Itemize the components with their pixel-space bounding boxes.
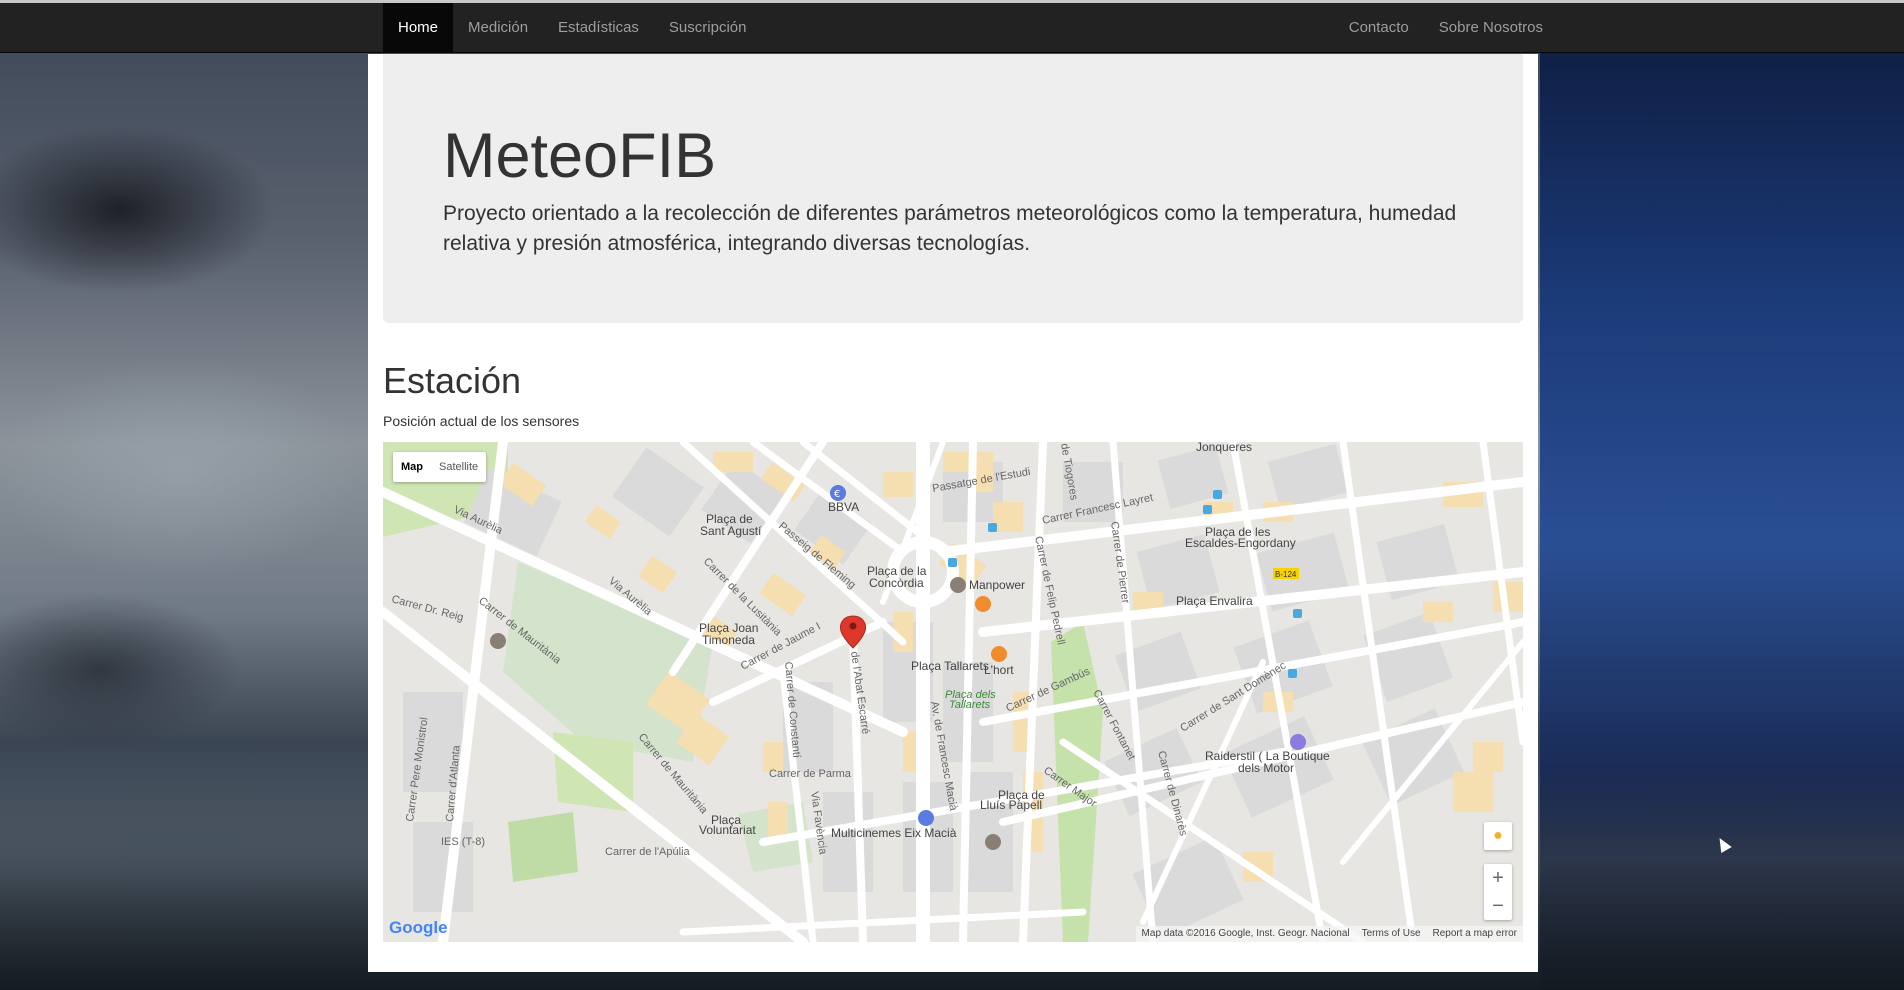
map-label: Plaça Envalira (1176, 594, 1253, 608)
bus-stop-icon (1213, 490, 1222, 499)
jumbotron: MeteoFIB Proyecto orientado a la recolec… (383, 54, 1523, 323)
hotel-icon (985, 834, 1001, 850)
nav-item-contacto[interactable]: Contacto (1334, 3, 1424, 53)
nav-item-sobre-nosotros[interactable]: Sobre Nosotros (1424, 3, 1558, 53)
terms-of-use-link[interactable]: Terms of Use (1356, 926, 1427, 942)
google-logo-text: Google (389, 918, 448, 937)
nav-item-home[interactable]: Home (383, 3, 454, 53)
background-clouds (0, 50, 368, 770)
map-label: Concòrdia (869, 576, 924, 590)
navbar-right: Contacto Sobre Nosotros (1334, 3, 1558, 53)
zoom-out-button[interactable]: − (1484, 892, 1512, 920)
nav-item-medicion[interactable]: Medición (453, 3, 543, 53)
map-label: Escaldes-Engordany (1185, 536, 1296, 550)
map-label: Carrer de Parma (769, 768, 852, 780)
map-label: IES (T-8) (441, 836, 485, 848)
zoom-in-button[interactable]: + (1484, 864, 1512, 892)
map-type-control: Map Satellite (393, 452, 487, 482)
page-title: MeteoFIB (443, 121, 717, 191)
navbar: Home Medición Estadísticas Suscripción C… (0, 3, 1904, 53)
euro-symbol-icon: € (834, 489, 840, 500)
park-area (508, 812, 578, 882)
navbar-left: Home Medición Estadísticas Suscripción (383, 3, 761, 53)
bus-stop-icon (948, 558, 957, 567)
map-type-satellite-button[interactable]: Satellite (431, 452, 486, 482)
map-label: Carrer de l'Apúlia (605, 846, 691, 858)
restaurant-icon (991, 646, 1007, 662)
bus-stop-icon (1203, 505, 1212, 514)
map-label: Timoneda (702, 633, 755, 647)
station-subtitle: Posición actual de los sensores (383, 413, 580, 429)
bus-stop-icon (1288, 669, 1297, 678)
google-map[interactable]: € BBVA Plaça de Sant Agustí Plaça de la … (383, 442, 1523, 942)
nav-item-suscripcion[interactable]: Suscripción (654, 3, 762, 53)
map-label: Plaça Tallarets (911, 659, 989, 673)
nav-item-estadisticas[interactable]: Estadísticas (543, 3, 654, 53)
cinema-icon (918, 810, 934, 826)
map-type-map-button[interactable]: Map (393, 452, 431, 482)
street-view-pegman-icon[interactable]: ● (1484, 822, 1512, 850)
map-label: Tallarets (949, 699, 991, 711)
main-container: MeteoFIB Proyecto orientado a la recolec… (368, 54, 1538, 972)
map-canvas[interactable]: € BBVA Plaça de Sant Agustí Plaça de la … (383, 442, 1523, 942)
map-label: Jonqueres (1196, 442, 1252, 454)
page-description: Proyecto orientado a la recolección de d… (443, 202, 1457, 255)
bus-stop-icon (1293, 609, 1302, 618)
map-label: Multicinemes Eix Macià (831, 826, 957, 840)
restaurant-icon (975, 596, 991, 612)
shopping-icon (1290, 734, 1306, 750)
map-data-attribution: Map data ©2016 Google, Inst. Geogr. Naci… (1141, 928, 1350, 939)
map-attribution: Map data ©2016 Google, Inst. Geogr. Naci… (1135, 926, 1523, 942)
google-logo[interactable]: Google (389, 918, 448, 938)
map-label: Voluntariat (699, 823, 756, 837)
bus-stop-icon (988, 523, 997, 532)
map-label: Sant Agustí (700, 524, 762, 538)
map-label: Manpower (969, 578, 1025, 592)
zoom-control: + − (1484, 864, 1512, 920)
school-icon (490, 633, 506, 649)
station-title: Estación (383, 360, 522, 401)
map-label: L'hort (984, 663, 1014, 677)
report-map-error-link[interactable]: Report a map error (1427, 926, 1523, 942)
office-icon (950, 577, 966, 593)
map-label: dels Motor (1238, 761, 1294, 775)
map-label: BBVA (828, 500, 859, 514)
map-label: Lluís Papell (980, 798, 1042, 812)
map-label: B-124 (1275, 570, 1297, 579)
